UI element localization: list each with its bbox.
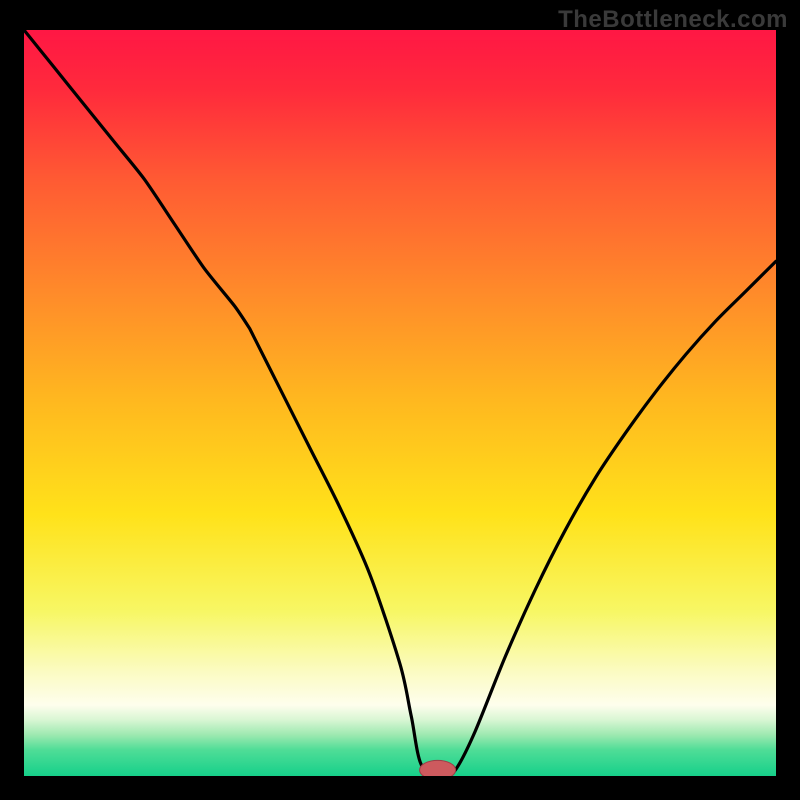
minimum-marker	[420, 760, 456, 776]
plot-area	[24, 30, 776, 776]
chart-stage: TheBottleneck.com	[0, 0, 800, 800]
chart-svg	[24, 30, 776, 776]
